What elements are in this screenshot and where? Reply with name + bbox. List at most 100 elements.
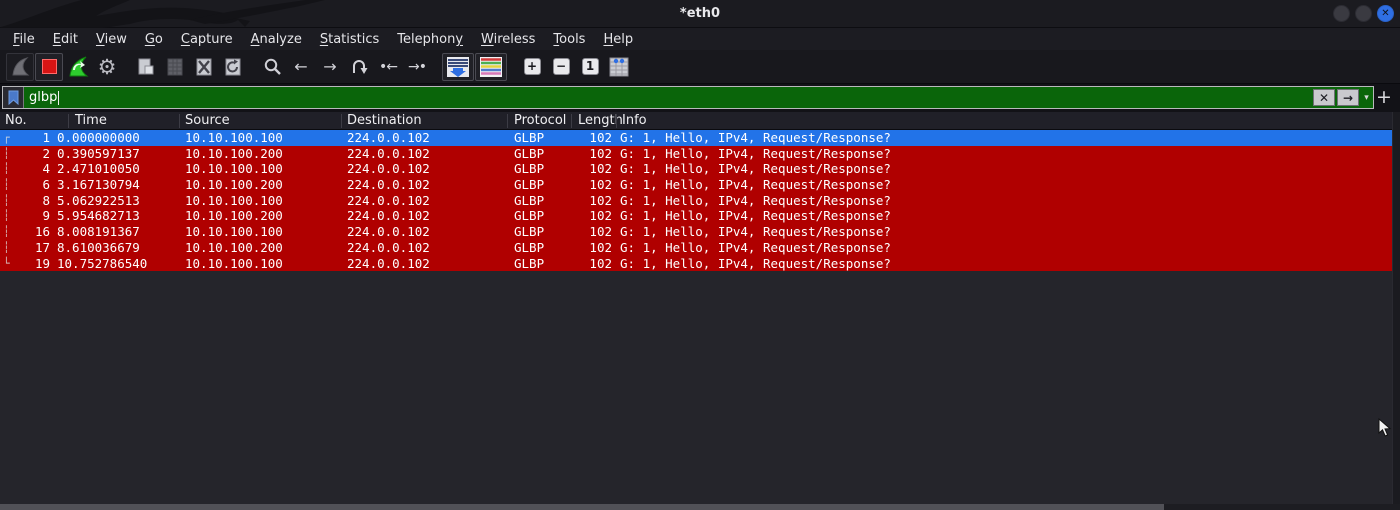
packet-row[interactable]: ┆85.06292251310.10.100.100224.0.0.102GLB…	[0, 193, 1392, 209]
save-file-button[interactable]	[161, 53, 189, 81]
resize-columns-button[interactable]	[605, 53, 633, 81]
column-header-source[interactable]: Source	[185, 112, 230, 130]
menu-file[interactable]: File	[4, 30, 44, 49]
reload-file-button[interactable]	[219, 53, 247, 81]
display-filter-input[interactable]: glbp	[24, 87, 1312, 108]
menu-view[interactable]: View	[87, 30, 136, 49]
packet-row[interactable]: ┆178.61003667910.10.100.200224.0.0.102GL…	[0, 240, 1392, 256]
mnemonic-letter: C	[181, 32, 190, 47]
restart-capture-button[interactable]	[64, 53, 92, 81]
zoom-out-button[interactable]: −	[547, 53, 575, 81]
menu-go[interactable]: Go	[136, 30, 172, 49]
start-capture-button[interactable]	[6, 53, 34, 81]
close-file-button[interactable]	[190, 53, 218, 81]
vertical-scrollbar[interactable]	[1392, 112, 1400, 504]
open-file-icon	[136, 57, 156, 77]
filter-history-dropdown[interactable]: ▾	[1360, 87, 1373, 108]
colorize-button[interactable]	[475, 53, 507, 81]
packet-row[interactable]: └1910.75278654010.10.100.100224.0.0.102G…	[0, 256, 1392, 272]
column-header-info[interactable]: Info	[622, 112, 647, 130]
cell-source: 10.10.100.100	[185, 256, 283, 272]
cell-source: 10.10.100.100	[185, 193, 283, 209]
add-filter-button[interactable]: +	[1374, 87, 1394, 107]
plus-icon: +	[1376, 86, 1392, 108]
cell-no: 6	[14, 177, 50, 193]
auto-scroll-button[interactable]	[442, 53, 474, 81]
clear-filter-button[interactable]: ✕	[1313, 89, 1335, 106]
go-to-packet-button[interactable]	[345, 53, 373, 81]
packet-row[interactable]: ┆20.39059713710.10.100.200224.0.0.102GLB…	[0, 146, 1392, 162]
go-last-packet-button[interactable]: →•	[403, 53, 431, 81]
menu-capture[interactable]: Capture	[172, 30, 242, 49]
menu-telephony[interactable]: Telephony	[388, 30, 472, 49]
find-packet-button[interactable]	[258, 53, 286, 81]
cell-protocol: GLBP	[514, 224, 544, 240]
cell-info: G: 1, Hello, IPv4, Request/Response?	[620, 146, 891, 162]
cell-info: G: 1, Hello, IPv4, Request/Response?	[620, 161, 891, 177]
apply-filter-button[interactable]: →	[1337, 89, 1359, 106]
column-divider[interactable]	[616, 114, 617, 128]
cell-time: 0.000000000	[57, 130, 140, 146]
bookmark-icon	[8, 90, 19, 105]
close-button[interactable]	[1377, 5, 1394, 22]
packet-row[interactable]: ┆168.00819136710.10.100.100224.0.0.102GL…	[0, 224, 1392, 240]
column-divider[interactable]	[179, 114, 180, 128]
capture-options-button[interactable]: ⚙	[93, 53, 121, 81]
cell-source: 10.10.100.100	[185, 161, 283, 177]
cell-time: 8.008191367	[57, 224, 140, 240]
column-header-protocol[interactable]: Protocol	[514, 112, 566, 130]
zoom-out-icon: −	[553, 58, 570, 75]
packet-row[interactable]: ┆42.47101005010.10.100.100224.0.0.102GLB…	[0, 161, 1392, 177]
packet-row[interactable]: ┆95.95468271310.10.100.200224.0.0.102GLB…	[0, 208, 1392, 224]
column-divider[interactable]	[68, 114, 69, 128]
cell-protocol: GLBP	[514, 146, 544, 162]
column-divider[interactable]	[341, 114, 342, 128]
column-divider[interactable]	[571, 114, 572, 128]
go-first-packet-button[interactable]: •←	[374, 53, 402, 81]
cell-time: 8.610036679	[57, 240, 140, 256]
packet-row[interactable]: ┆63.16713079410.10.100.200224.0.0.102GLB…	[0, 177, 1392, 193]
goto-arrow-icon	[350, 58, 368, 76]
bottom-scrollbar[interactable]	[0, 504, 1164, 510]
go-back-button[interactable]: ←	[287, 53, 315, 81]
menu-help[interactable]: Help	[594, 30, 642, 49]
mnemonic-letter: G	[145, 32, 155, 47]
menu-tools[interactable]: Tools	[544, 30, 594, 49]
minimize-button[interactable]	[1333, 5, 1350, 22]
cell-length: 102	[572, 240, 612, 256]
cell-time: 10.752786540	[57, 256, 147, 272]
column-header-time[interactable]: Time	[75, 112, 107, 130]
cell-info: G: 1, Hello, IPv4, Request/Response?	[620, 177, 891, 193]
cell-destination: 224.0.0.102	[347, 208, 430, 224]
colorize-icon	[479, 56, 503, 78]
zoom-normal-button[interactable]: 1	[576, 53, 604, 81]
main-toolbar: ⚙	[0, 50, 1400, 84]
mnemonic-letter: T	[553, 32, 559, 47]
display-filter-field[interactable]: glbp ✕ → ▾	[2, 86, 1374, 109]
cell-protocol: GLBP	[514, 240, 544, 256]
column-header-no[interactable]: No.	[5, 112, 27, 130]
maximize-button[interactable]	[1355, 5, 1372, 22]
stop-capture-button[interactable]	[35, 53, 63, 81]
menu-statistics[interactable]: Statistics	[311, 30, 388, 49]
shark-fin-icon	[10, 57, 30, 77]
cell-source: 10.10.100.100	[185, 224, 283, 240]
cell-protocol: GLBP	[514, 208, 544, 224]
cell-source: 10.10.100.200	[185, 208, 283, 224]
cell-destination: 224.0.0.102	[347, 256, 430, 272]
apply-arrow-icon: →	[1343, 91, 1353, 105]
open-file-button[interactable]	[132, 53, 160, 81]
packet-row[interactable]: ┌10.00000000010.10.100.100224.0.0.102GLB…	[0, 130, 1392, 146]
menu-analyze[interactable]: Analyze	[242, 30, 311, 49]
column-header-destination[interactable]: Destination	[347, 112, 422, 130]
filter-value-text: glbp	[29, 90, 57, 105]
resize-columns-icon	[608, 56, 630, 78]
go-forward-button[interactable]: →	[316, 53, 344, 81]
column-divider[interactable]	[507, 114, 508, 128]
menu-wireless[interactable]: Wireless	[472, 30, 544, 49]
menu-edit[interactable]: Edit	[44, 30, 87, 49]
cell-destination: 224.0.0.102	[347, 193, 430, 209]
zoom-in-button[interactable]: +	[518, 53, 546, 81]
cell-no: 4	[14, 161, 50, 177]
filter-bookmark-button[interactable]	[3, 87, 24, 108]
